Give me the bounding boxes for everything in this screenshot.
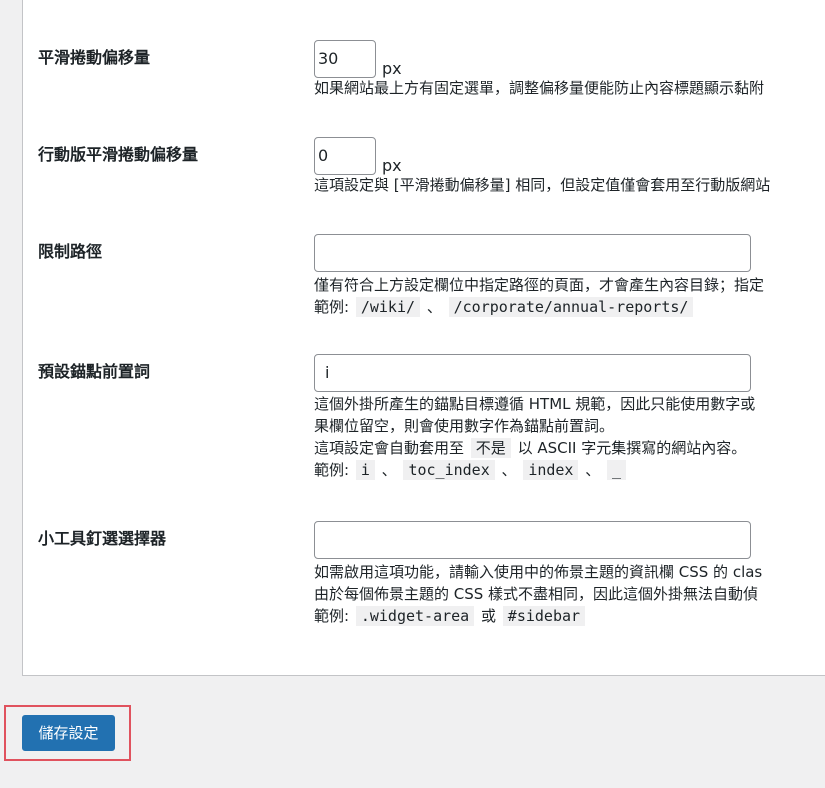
mobile-scroll-offset-input[interactable]: 0 [314,137,376,175]
example-separator: 、 [426,298,442,316]
example-separator: 、 [501,461,517,479]
description-line: 這項設定會自動套用至 不是 以 ASCII 字元集撰寫的網站內容。 [314,437,755,459]
mobile-scroll-offset-unit: px [382,156,402,175]
anchor-prefix-label: 預設錨點前置詞 [38,362,151,381]
limit-path-input[interactable] [314,234,751,272]
example-prefix: 範例: [314,607,350,625]
example-code: /wiki/ [355,297,421,317]
example-code: index [523,460,579,480]
anchor-prefix-input[interactable]: i [314,354,751,392]
example-prefix: 範例: [314,461,350,479]
save-settings-button[interactable]: 儲存設定 [22,715,115,751]
description-line: 這個外掛所產生的錨點目標遵循 HTML 規範，因此只能使用數字或 [314,395,756,413]
limit-path-label: 限制路徑 [38,242,103,261]
example-code: i [355,460,375,480]
example-code: .widget-area [355,606,475,626]
example-separator: 或 [481,607,497,625]
scroll-offset-input[interactable]: 30 [314,40,376,78]
anchor-prefix-description: 這個外掛所產生的錨點目標遵循 HTML 規範，因此只能使用數字或 果欄位留空，則… [314,393,755,481]
description-line: 如需啟用這項功能，請輸入使用中的佈景主題的資訊欄 CSS 的 clas [314,563,763,581]
widget-selector-description: 如需啟用這項功能，請輸入使用中的佈景主題的資訊欄 CSS 的 clas 由於每個… [314,561,762,627]
scroll-offset-description: 如果網站最上方有固定選單，調整偏移量便能防止內容標題顯示黏附 [314,77,764,99]
description-line: 果欄位留空，則會使用數字作為錨點前置詞。 [314,417,615,435]
example-code: #sidebar [502,606,586,626]
example-line: 範例: /wiki/ 、 /corporate/annual-reports/ [314,296,764,318]
example-prefix: 範例: [314,298,350,316]
example-line: 範例: .widget-area 或 #sidebar [314,605,762,627]
mobile-scroll-offset-label: 行動版平滑捲動偏移量 [38,145,199,164]
description-text: 以 ASCII 字元集撰寫的網站內容。 [517,439,747,457]
example-separator: 、 [381,461,397,479]
example-separator: 、 [585,461,601,479]
widget-selector-input[interactable] [314,521,751,559]
example-code: _ [607,460,627,480]
save-button-highlight: 儲存設定 [4,705,131,761]
mobile-scroll-offset-description: 這項設定與 [平滑捲動偏移量] 相同，但設定值僅會套用至行動版網站 [314,174,770,196]
example-line: 範例: i 、 toc_index 、 index 、 _ [314,459,755,481]
limit-path-description: 僅有符合上方設定欄位中指定路徑的頁面，才會產生內容目錄；指定 範例: /wiki… [314,274,764,318]
widget-selector-label: 小工具釘選選擇器 [38,529,167,548]
scroll-offset-unit: px [382,59,402,78]
scroll-offset-label: 平滑捲動偏移量 [38,48,151,67]
description-text: 這項設定會自動套用至 [314,439,465,457]
description-line: 這項設定與 [平滑捲動偏移量] 相同，但設定值僅會套用至行動版網站 [314,176,771,194]
description-code: 不是 [470,438,511,458]
settings-panel: 平滑捲動偏移量 30 px 如果網站最上方有固定選單，調整偏移量便能防止內容標題… [22,0,825,676]
description-line: 如果網站最上方有固定選單，調整偏移量便能防止內容標題顯示黏附 [314,79,765,97]
example-code: /corporate/annual-reports/ [448,297,694,317]
description-line: 由於每個佈景主題的 CSS 樣式不盡相同，因此這個外掛無法自動偵 [314,585,759,603]
description-line: 僅有符合上方設定欄位中指定路徑的頁面，才會產生內容目錄；指定 [314,276,765,294]
example-code: toc_index [403,460,495,480]
